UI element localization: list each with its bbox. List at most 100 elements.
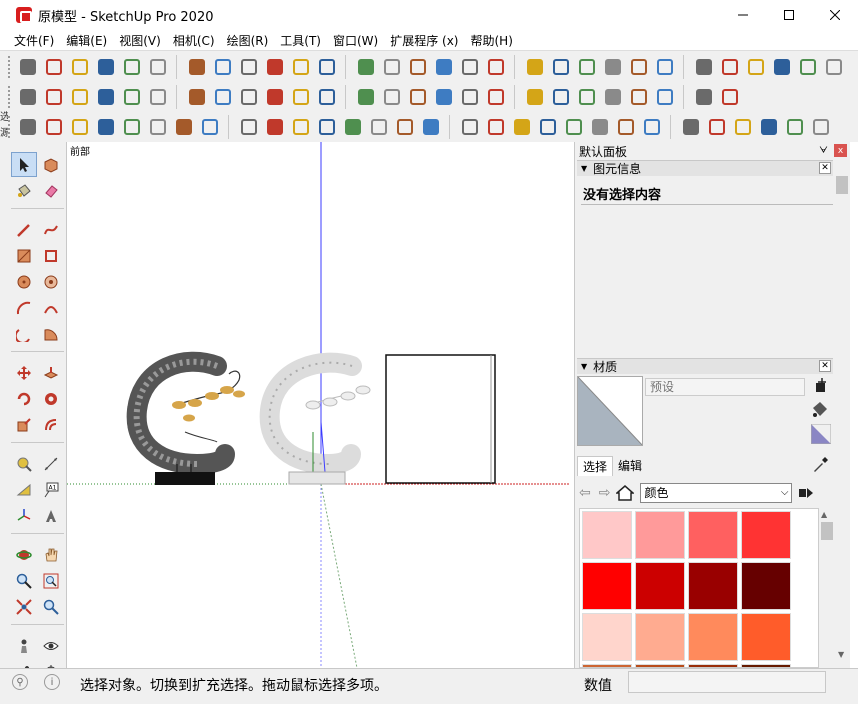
window2-button[interactable] (380, 55, 404, 79)
plan2-button[interactable] (42, 115, 66, 139)
material-swatch[interactable] (688, 562, 738, 610)
side-button[interactable] (406, 85, 430, 109)
materials-header[interactable]: ▼ 材质 ✕ (577, 358, 833, 374)
house-button[interactable] (94, 55, 118, 79)
eyedropper-button[interactable] (811, 456, 829, 474)
3d-text-button[interactable] (38, 503, 64, 528)
circle-tool-button[interactable] (11, 269, 37, 294)
close-button[interactable] (812, 0, 858, 30)
material-swatch[interactable] (688, 511, 738, 559)
window3-button[interactable] (406, 55, 430, 79)
material-name-input[interactable] (645, 378, 805, 396)
pan-tool-button[interactable] (38, 542, 64, 567)
box-button[interactable] (627, 55, 651, 79)
sample-paint-button[interactable] (811, 400, 829, 418)
cloud-button[interactable] (263, 55, 287, 79)
polygon-tool-button[interactable] (38, 269, 64, 294)
layout2-button[interactable] (315, 55, 339, 79)
iso-button[interactable] (315, 85, 339, 109)
grid-button[interactable] (120, 115, 144, 139)
menu-draw[interactable]: 绘图(R) (221, 32, 275, 49)
cone-light-button[interactable] (523, 55, 547, 79)
rotate-tool-button[interactable] (11, 386, 37, 411)
material-swatch[interactable] (635, 613, 685, 661)
rectangle-tool-button[interactable] (11, 243, 37, 268)
move-axis-button[interactable] (692, 85, 716, 109)
plan4-button[interactable] (94, 115, 118, 139)
tray-close-button[interactable]: x (834, 144, 847, 157)
materials-close-button[interactable]: ✕ (819, 360, 831, 372)
sandbox-button[interactable] (185, 85, 209, 109)
text-tool-button[interactable]: A1 (38, 477, 64, 502)
house-outline-button[interactable] (120, 55, 144, 79)
dome-button[interactable] (601, 55, 625, 79)
chain2-button[interactable] (692, 55, 716, 79)
roof-button[interactable] (146, 55, 170, 79)
line-tool-button[interactable] (11, 217, 37, 242)
move-tool-button[interactable] (11, 360, 37, 385)
chain-button[interactable] (653, 55, 677, 79)
menu-tools[interactable]: 工具(T) (274, 32, 327, 49)
grid5-button[interactable] (237, 115, 261, 139)
sphere-light-button[interactable] (484, 55, 508, 79)
ruby3-button[interactable] (68, 85, 92, 109)
red-octagon-button[interactable] (731, 115, 755, 139)
camera-button[interactable] (419, 115, 443, 139)
tape-measure-button[interactable] (11, 451, 37, 476)
eraser-button[interactable] (38, 178, 64, 203)
dimension-tool-button[interactable] (38, 451, 64, 476)
slider-button[interactable] (614, 115, 638, 139)
scale-tool-button[interactable] (11, 412, 37, 437)
orbit-tool-button[interactable] (11, 542, 37, 567)
cube3-button[interactable] (211, 85, 235, 109)
swatch-scrollbar[interactable]: ▲ (819, 508, 835, 668)
tab-edit[interactable]: 编辑 (613, 456, 647, 476)
cube-button[interactable] (744, 55, 768, 79)
protractor-button[interactable] (11, 477, 37, 502)
globe-button[interactable] (315, 115, 339, 139)
vray-button[interactable] (185, 55, 209, 79)
z-section-button[interactable] (575, 85, 599, 109)
spot-light-button[interactable] (549, 55, 573, 79)
texture-button[interactable] (718, 55, 742, 79)
menu-window[interactable]: 窗口(W) (327, 32, 384, 49)
menu-view[interactable]: 视图(V) (113, 32, 167, 49)
cube4-button[interactable] (237, 85, 261, 109)
two-point-arc-button[interactable] (38, 295, 64, 320)
red-flag-button[interactable] (809, 115, 833, 139)
material-swatch[interactable] (582, 613, 632, 661)
three-point-arc-button[interactable] (11, 321, 37, 346)
red-cross-button[interactable] (757, 115, 781, 139)
home-icon[interactable] (616, 485, 635, 501)
shaded-button[interactable] (484, 85, 508, 109)
offset-tool-button[interactable] (38, 412, 64, 437)
info-button[interactable] (705, 115, 729, 139)
zoom-window-button[interactable] (38, 568, 64, 593)
axes-tool-button[interactable] (11, 503, 37, 528)
film-button[interactable] (562, 115, 586, 139)
grid4-button[interactable] (198, 115, 222, 139)
material-swatch[interactable] (635, 562, 685, 610)
iso2-button[interactable] (354, 85, 378, 109)
slider2-button[interactable] (640, 115, 664, 139)
push-pull-button[interactable] (38, 360, 64, 385)
paint-bucket-button[interactable] (11, 178, 37, 203)
look-around-button[interactable] (38, 633, 64, 658)
material-swatch[interactable] (741, 613, 791, 661)
more-button[interactable] (822, 55, 846, 79)
tab-select[interactable]: 选择 (577, 456, 614, 476)
create-material-button[interactable] (813, 378, 829, 394)
warehouse-button[interactable] (16, 55, 40, 79)
panel-button[interactable] (263, 115, 287, 139)
paint-red-button[interactable] (718, 85, 742, 109)
lock-button[interactable] (432, 55, 456, 79)
layout-button[interactable] (289, 55, 313, 79)
chat-button[interactable] (679, 115, 703, 139)
window-button[interactable] (354, 55, 378, 79)
home-button[interactable] (68, 55, 92, 79)
top-button[interactable] (432, 85, 456, 109)
minimize-button[interactable] (720, 0, 766, 30)
scroll-thumb[interactable] (836, 176, 848, 194)
entity-info-header[interactable]: ▼ 图元信息 ✕ (577, 160, 833, 176)
grass-button[interactable] (263, 85, 287, 109)
